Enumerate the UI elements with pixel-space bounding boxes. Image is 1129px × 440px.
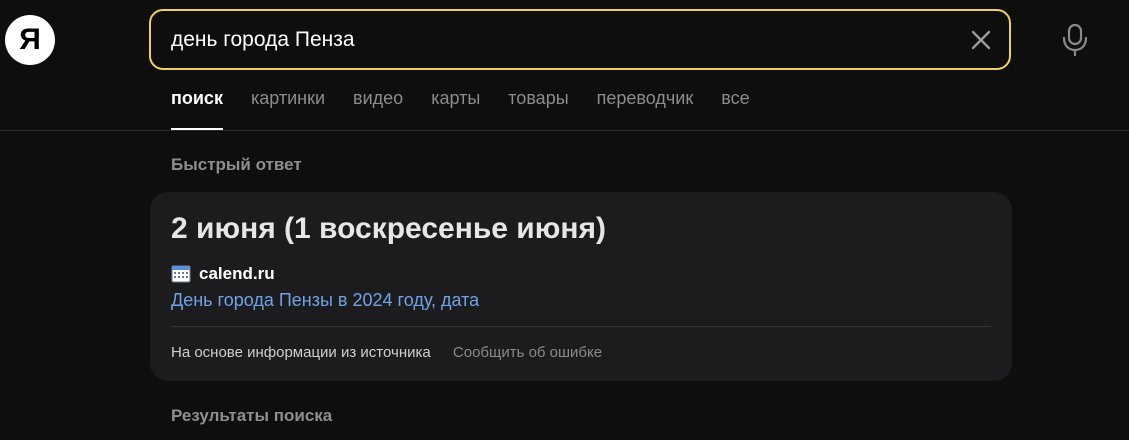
quick-answer-card: 2 июня (1 воскресенье июня) calend.ru Де… [150, 192, 1012, 381]
source-domain[interactable]: calend.ru [199, 264, 275, 284]
header: Я поиск картинки видео карты товары пере… [0, 0, 1129, 131]
search-results-heading: Результаты поиска [171, 406, 333, 425]
logo-letter: Я [19, 23, 41, 56]
report-error-link[interactable]: Сообщить об ошибке [453, 344, 602, 361]
answer-footer: На основе информации из источника Сообщи… [171, 344, 602, 361]
search-tabs: поиск картинки видео карты товары перево… [171, 88, 778, 130]
tab-images[interactable]: картинки [251, 88, 325, 130]
based-on-source-text: На основе информации из источника [171, 344, 431, 361]
tab-translator[interactable]: переводчик [597, 88, 694, 130]
quick-answer-heading: Быстрый ответ [171, 155, 302, 174]
clear-search-button[interactable] [967, 26, 995, 54]
divider [171, 326, 991, 327]
close-icon [971, 30, 991, 50]
voice-search-button[interactable] [1058, 22, 1092, 58]
source-link[interactable]: День города Пензы в 2024 году, дата [171, 290, 479, 311]
tab-search[interactable]: поиск [171, 88, 223, 130]
search-input[interactable] [171, 11, 931, 68]
tab-video[interactable]: видео [353, 88, 403, 130]
microphone-icon [1062, 23, 1088, 57]
search-box[interactable] [149, 9, 1011, 70]
calendar-icon [171, 265, 191, 283]
tab-products[interactable]: товары [508, 88, 568, 130]
tab-all[interactable]: все [721, 88, 749, 130]
quick-answer-text: 2 июня (1 воскресенье июня) [171, 212, 606, 245]
source-row: calend.ru [171, 264, 275, 284]
yandex-logo[interactable]: Я [5, 15, 55, 65]
tab-maps[interactable]: карты [431, 88, 480, 130]
